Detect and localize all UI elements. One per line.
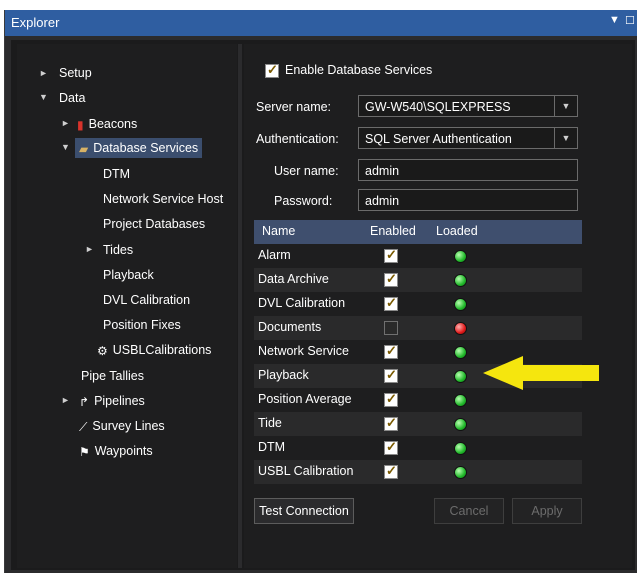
row-name: Position Average xyxy=(258,392,352,406)
tree-item-pipe-tallies[interactable]: Pipe Tallies xyxy=(81,366,144,386)
table-row[interactable]: Data Archive xyxy=(254,268,582,292)
table-row[interactable]: Position Average xyxy=(254,388,582,412)
tree-item-project-databases[interactable]: Project Databases xyxy=(103,214,205,234)
tree-item-network-service-host[interactable]: Network Service Host xyxy=(103,189,223,209)
tree-item-tides[interactable]: Tides xyxy=(103,240,133,260)
enabled-checkbox[interactable] xyxy=(384,343,398,359)
table-row[interactable]: Alarm xyxy=(254,244,582,268)
row-name: Playback xyxy=(258,368,309,382)
survey-line-icon: ⟋ xyxy=(79,419,88,434)
pipe-icon: ↱ xyxy=(79,394,90,409)
table-row[interactable]: USBL Calibration xyxy=(254,460,582,484)
grid-header: Name Enabled Loaded xyxy=(254,220,582,244)
password-label: Password: xyxy=(274,194,333,208)
table-row[interactable]: DVL Calibration xyxy=(254,292,582,316)
tree-item-data[interactable]: Data xyxy=(59,88,85,108)
collapse-icon[interactable]: ▼ xyxy=(61,142,70,152)
window-title: Explorer xyxy=(11,15,60,30)
server-name-dropdown[interactable]: GW-W540\SQLEXPRESS ▼ xyxy=(358,95,578,117)
yellow-arrow-annotation xyxy=(483,356,599,390)
panel-splitter[interactable] xyxy=(238,44,242,568)
chevron-down-icon[interactable]: ▼ xyxy=(554,128,577,148)
column-header-loaded[interactable]: Loaded xyxy=(436,224,478,238)
row-name: Documents xyxy=(258,320,322,334)
expand-icon[interactable]: ► xyxy=(61,395,70,405)
database-icon: ▰ xyxy=(79,141,89,156)
cancel-button[interactable]: Cancel xyxy=(434,498,504,524)
column-header-enabled[interactable]: Enabled xyxy=(370,224,416,238)
column-header-name[interactable]: Name xyxy=(262,224,295,238)
loaded-status-led xyxy=(454,322,467,335)
row-name: Alarm xyxy=(258,248,291,262)
user-name-label: User name: xyxy=(274,164,339,178)
beacon-icon: ▮ xyxy=(77,117,84,132)
enable-database-checkbox[interactable] xyxy=(265,62,279,78)
tree-item-setup[interactable]: Setup xyxy=(59,63,92,83)
loaded-status-led xyxy=(454,298,467,311)
apply-button[interactable]: Apply xyxy=(512,498,582,524)
enabled-checkbox[interactable] xyxy=(384,367,398,383)
tree-item-survey-lines[interactable]: ⟋ Survey Lines xyxy=(79,416,165,436)
restore-icon[interactable]: ☐ xyxy=(625,14,635,27)
enabled-checkbox[interactable] xyxy=(384,439,398,455)
loaded-status-led xyxy=(454,442,467,455)
explorer-window: Explorer ▼ ☐ ► Setup ▼ Data ► ▮ Beacons ▼… xyxy=(4,10,637,573)
loaded-status-led xyxy=(454,418,467,431)
enabled-checkbox[interactable] xyxy=(384,247,398,263)
test-connection-button[interactable]: Test Connection xyxy=(254,498,354,524)
tree-item-playback[interactable]: Playback xyxy=(103,265,154,285)
expand-icon[interactable]: ► xyxy=(39,68,48,78)
gear-icon: ⚙ xyxy=(97,343,108,358)
enabled-checkbox[interactable] xyxy=(384,271,398,287)
enable-database-label: Enable Database Services xyxy=(285,63,433,77)
expand-icon[interactable]: ► xyxy=(61,118,70,128)
loaded-status-led xyxy=(454,274,467,287)
row-name: Tide xyxy=(258,416,282,430)
authentication-dropdown[interactable]: SQL Server Authentication ▼ xyxy=(358,127,578,149)
expand-icon[interactable]: ► xyxy=(85,244,94,254)
row-name: DVL Calibration xyxy=(258,296,346,310)
chevron-down-icon[interactable]: ▼ xyxy=(554,96,577,116)
row-name: Network Service xyxy=(258,344,349,358)
table-row[interactable]: Tide xyxy=(254,412,582,436)
tree-item-pipelines[interactable]: ↱ Pipelines xyxy=(79,391,145,411)
enabled-checkbox[interactable] xyxy=(384,295,398,311)
loaded-status-led xyxy=(454,466,467,479)
row-name: USBL Calibration xyxy=(258,464,354,478)
table-row[interactable]: Documents xyxy=(254,316,582,340)
tree-item-database-services[interactable]: ▰ Database Services xyxy=(75,138,203,158)
row-name: Data Archive xyxy=(258,272,329,286)
content-area: ► Setup ▼ Data ► ▮ Beacons ▼ ▰ Database Se… xyxy=(11,40,635,570)
dropdown-icon[interactable]: ▼ xyxy=(609,14,620,26)
flag-icon: ⚑ xyxy=(79,444,90,459)
arrow-shape xyxy=(483,356,599,390)
loaded-status-led xyxy=(454,370,467,383)
enabled-checkbox[interactable] xyxy=(384,415,398,431)
tree-item-beacons[interactable]: ▮ Beacons xyxy=(77,114,137,134)
user-name-input[interactable]: admin xyxy=(358,159,578,181)
tree-item-waypoints[interactable]: ⚑ Waypoints xyxy=(79,441,153,461)
loaded-status-led xyxy=(454,346,467,359)
loaded-status-led xyxy=(454,394,467,407)
table-row[interactable]: DTM xyxy=(254,436,582,460)
title-bar: Explorer ▼ ☐ xyxy=(5,10,637,36)
tree-item-position-fixes[interactable]: Position Fixes xyxy=(103,315,181,335)
server-name-label: Server name: xyxy=(256,100,332,114)
password-input[interactable]: admin xyxy=(358,189,578,211)
enabled-checkbox[interactable] xyxy=(384,391,398,407)
tree-item-dvl-calibration[interactable]: DVL Calibration xyxy=(103,290,190,310)
settings-panel: Enable Database Services Server name: GW… xyxy=(244,44,632,568)
enabled-checkbox[interactable] xyxy=(384,463,398,479)
enabled-checkbox[interactable] xyxy=(384,321,398,335)
authentication-label: Authentication: xyxy=(256,132,339,146)
row-name: DTM xyxy=(258,440,286,454)
tree-panel: ► Setup ▼ Data ► ▮ Beacons ▼ ▰ Database Se… xyxy=(17,44,237,568)
collapse-icon[interactable]: ▼ xyxy=(39,92,48,102)
tree-item-usbl-calibrations[interactable]: ⚙ USBLCalibrations xyxy=(97,340,211,360)
tree-item-dtm[interactable]: DTM xyxy=(103,164,130,184)
loaded-status-led xyxy=(454,250,467,263)
